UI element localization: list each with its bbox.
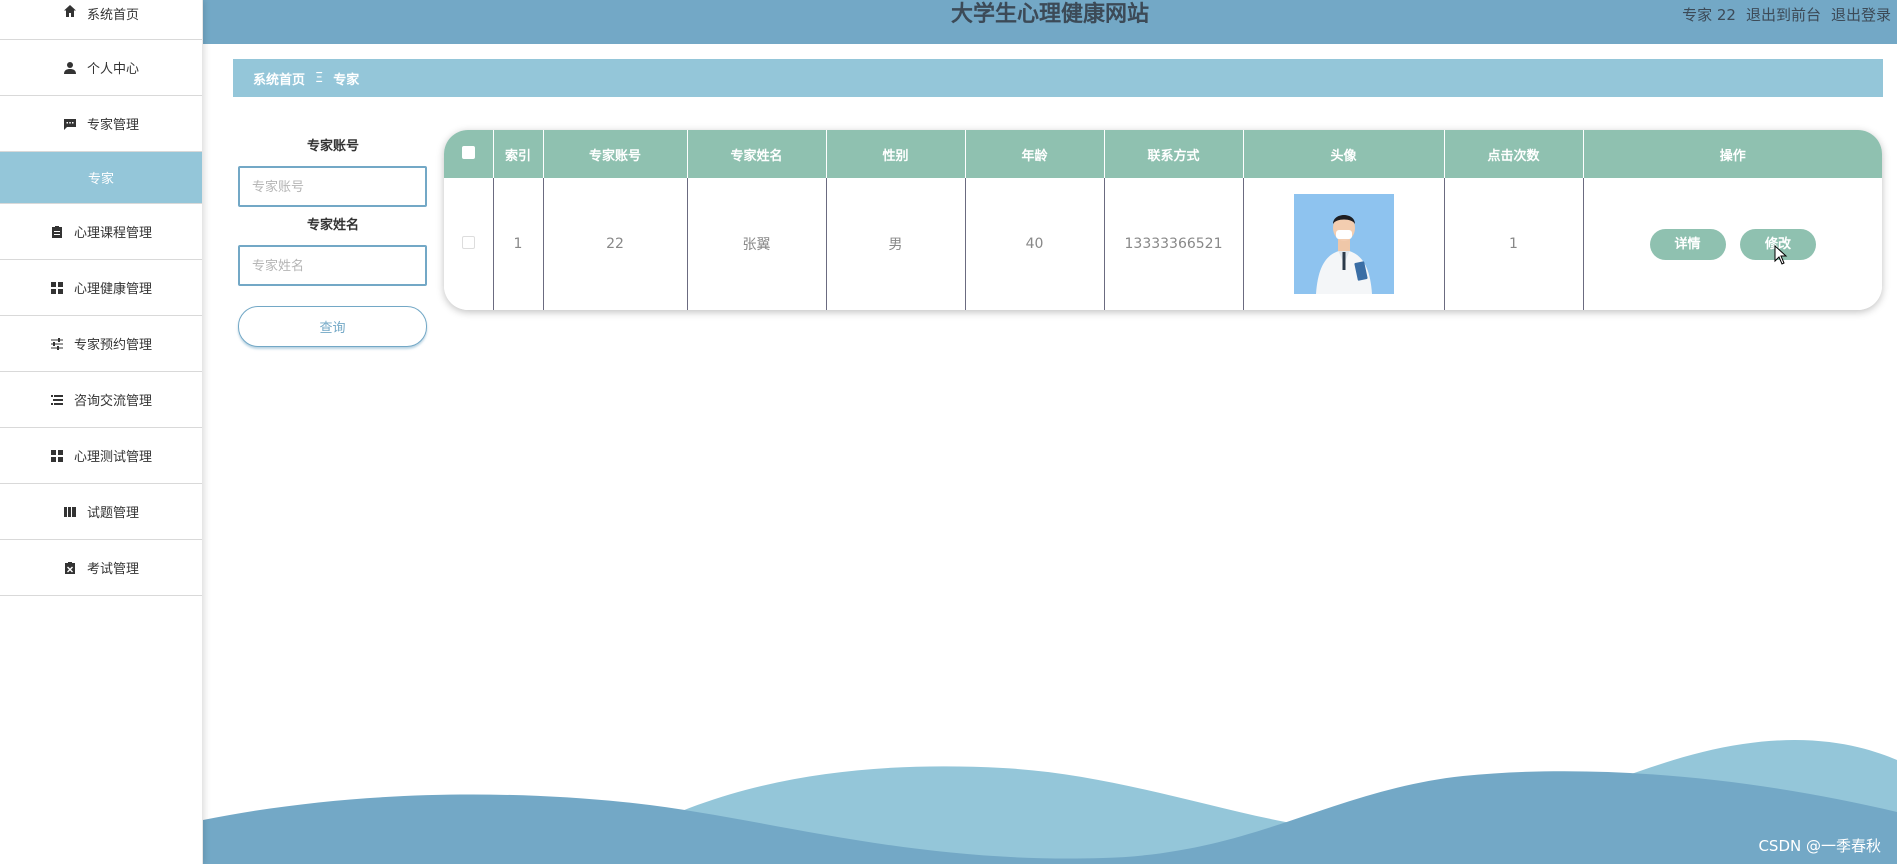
grid-icon (50, 281, 64, 295)
row-select-cell[interactable] (444, 178, 494, 310)
cell-index: 1 (493, 178, 544, 310)
sliders-icon (50, 337, 64, 351)
list-icon (50, 393, 64, 407)
column-header: 操作 (1583, 130, 1882, 178)
mouse-cursor-icon (1774, 245, 1788, 265)
select-all-checkbox[interactable] (461, 145, 475, 159)
breadcrumb-home[interactable]: 系统首页 (253, 69, 305, 88)
sidebar-item-exam-management[interactable]: 考试管理 (0, 540, 202, 596)
sidebar-subitem-expert[interactable]: 专家 (0, 152, 202, 204)
column-header: 头像 (1243, 130, 1445, 178)
sidebar-item-label: 系统首页 (86, 8, 139, 23)
sidebar-item-expert-management[interactable]: 专家管理 (0, 96, 202, 152)
current-user: 专家 22 (1682, 6, 1736, 24)
sidebar-item-home[interactable]: 系统首页 (0, 0, 202, 40)
table-row: 1 22 张翼 男 40 13333366521 1 详情 修改 (444, 178, 1882, 310)
cell-phone: 13333366521 (1104, 178, 1244, 310)
sidebar: 系统首页 个人中心 专家管理 专家 心理课程管理 心理健康管理 专家预约管理 咨… (0, 0, 203, 864)
back-to-front-link[interactable]: 退出到前台 (1746, 4, 1821, 25)
home-icon (63, 4, 77, 18)
sidebar-item-label: 心理健康管理 (73, 282, 152, 297)
sidebar-item-appointment-management[interactable]: 专家预约管理 (0, 316, 202, 372)
column-header: 联系方式 (1104, 130, 1244, 178)
sidebar-item-label: 专家预约管理 (73, 338, 152, 353)
site-title: 大学生心理健康网站 (950, 2, 1149, 27)
cell-avatar (1243, 178, 1445, 310)
table-header-row: 索引 专家账号 专家姓名 性别 年龄 联系方式 头像 点击次数 操作 (444, 130, 1882, 178)
sidebar-item-test-management[interactable]: 心理测试管理 (0, 428, 202, 484)
column-header: 索引 (493, 130, 544, 178)
watermark: CSDN @一季春秋 (1758, 837, 1881, 855)
logout-link[interactable]: 退出登录 (1831, 4, 1891, 25)
sidebar-item-question-management[interactable]: 试题管理 (0, 484, 202, 540)
sidebar-item-consult-management[interactable]: 咨询交流管理 (0, 372, 202, 428)
row-checkbox[interactable] (461, 235, 475, 249)
account-label: 专家账号 (306, 139, 359, 154)
search-panel: 专家账号 专家姓名 查询 (238, 138, 428, 347)
sidebar-item-label: 咨询交流管理 (73, 394, 152, 409)
details-button[interactable]: 详情 (1649, 228, 1726, 260)
top-header: 大学生心理健康网站 专家 22 退出到前台 退出登录 (203, 0, 1897, 44)
cell-account: 22 (543, 178, 688, 310)
sidebar-item-label: 心理课程管理 (73, 226, 152, 241)
name-search-input[interactable] (238, 245, 427, 286)
column-header: 性别 (826, 130, 966, 178)
wave-decoration (203, 740, 1897, 864)
sidebar-item-label: 专家管理 (86, 118, 139, 133)
cell-gender: 男 (826, 178, 966, 310)
avatar[interactable] (1293, 194, 1394, 294)
clipboard-icon (50, 225, 64, 239)
clipboard-x-icon (63, 561, 77, 575)
column-header: 点击次数 (1444, 130, 1584, 178)
column-header: 专家账号 (543, 130, 688, 178)
chat-icon (63, 117, 77, 131)
breadcrumb-separator: Ξ (315, 70, 324, 86)
expert-table: 索引 专家账号 专家姓名 性别 年龄 联系方式 头像 点击次数 操作 1 22 … (444, 130, 1882, 310)
sidebar-item-label: 个人中心 (86, 62, 139, 77)
cell-actions: 详情 修改 (1583, 178, 1882, 310)
breadcrumb: 系统首页 Ξ 专家 (233, 59, 1883, 97)
cell-name: 张翼 (687, 178, 827, 310)
app-root: 系统首页 个人中心 专家管理 专家 心理课程管理 心理健康管理 专家预约管理 咨… (0, 0, 1897, 864)
expert-table-container: 索引 专家账号 专家姓名 性别 年龄 联系方式 头像 点击次数 操作 1 22 … (444, 130, 1882, 310)
column-header: 年龄 (965, 130, 1105, 178)
sidebar-item-label: 试题管理 (86, 506, 139, 521)
sidebar-item-label: 心理测试管理 (73, 450, 152, 465)
query-button[interactable]: 查询 (238, 306, 427, 347)
cell-clicks: 1 (1444, 178, 1584, 310)
breadcrumb-current: 专家 (333, 72, 360, 88)
sidebar-item-label: 专家 (87, 172, 114, 187)
sidebar-item-course-management[interactable]: 心理课程管理 (0, 204, 202, 260)
sidebar-item-profile[interactable]: 个人中心 (0, 40, 202, 96)
column-header: 专家姓名 (687, 130, 827, 178)
header-user-area: 专家 22 退出到前台 退出登录 (1682, 4, 1891, 25)
grid-icon (50, 449, 64, 463)
user-icon (63, 61, 77, 75)
account-search-input[interactable] (238, 166, 427, 207)
book-icon (63, 505, 77, 519)
sidebar-item-label: 考试管理 (86, 562, 139, 577)
name-label: 专家姓名 (306, 218, 359, 233)
cell-age: 40 (965, 178, 1105, 310)
select-all-header[interactable] (444, 130, 494, 178)
sidebar-item-health-management[interactable]: 心理健康管理 (0, 260, 202, 316)
